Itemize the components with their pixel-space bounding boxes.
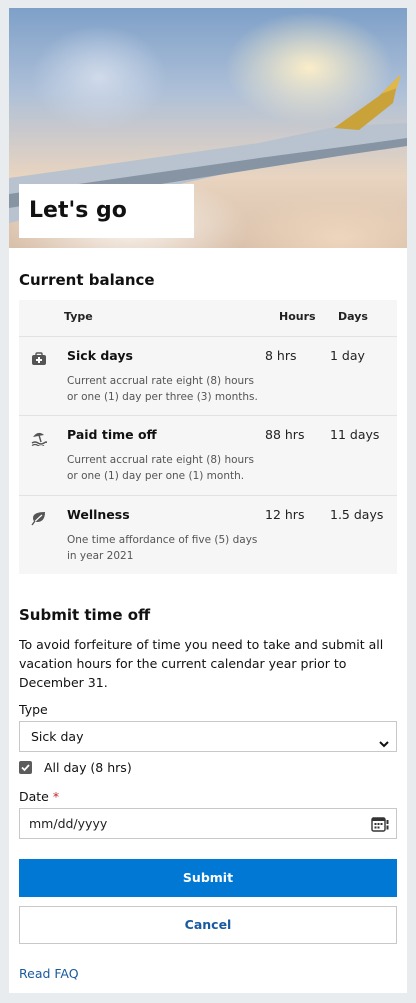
read-faq-link[interactable]: Read FAQ: [19, 966, 79, 981]
type-select-value: Sick day: [31, 729, 84, 744]
medical-kit-icon: [31, 351, 47, 367]
row-hours: 12 hrs: [265, 507, 305, 522]
submit-button[interactable]: Submit: [19, 859, 397, 897]
table-row: Sick days 8 hrs 1 day Current accrual ra…: [19, 336, 397, 417]
date-input[interactable]: mm/dd/yyyy: [19, 808, 397, 839]
balance-table: Type Hours Days Sick days 8 hrs 1 day Cu…: [19, 300, 397, 574]
row-type-name: Wellness: [67, 507, 130, 522]
checkmark-icon: [21, 764, 30, 772]
row-hours: 8 hrs: [265, 348, 297, 363]
date-label: Date *: [19, 789, 59, 804]
row-description: Current accrual rate eight (8) hours or …: [67, 375, 258, 403]
time-off-card: Let's go places Current balance Type Hou…: [9, 8, 407, 993]
allday-checkbox[interactable]: [19, 761, 32, 774]
required-mark: *: [52, 789, 60, 804]
date-label-text: Date: [19, 789, 49, 804]
cancel-button[interactable]: Cancel: [19, 906, 397, 944]
row-description: Current accrual rate eight (8) hours or …: [67, 454, 254, 482]
header-type: Type: [64, 310, 93, 323]
date-placeholder: mm/dd/yyyy: [29, 816, 108, 831]
table-row: Paid time off 88 hrs 11 days Current acc…: [19, 415, 397, 496]
row-days: 1 day: [330, 348, 365, 363]
submit-heading: Submit time off: [19, 606, 151, 624]
type-label: Type: [19, 702, 48, 717]
row-days: 11 days: [330, 427, 380, 442]
leaf-icon: [31, 510, 47, 526]
table-row: Wellness 12 hrs 1.5 days One time afford…: [19, 495, 397, 576]
chevron-down-icon: [378, 731, 390, 760]
header-hours: Hours: [279, 310, 316, 323]
balance-heading: Current balance: [19, 271, 155, 289]
row-type-name: Sick days: [67, 348, 133, 363]
header-days: Days: [338, 310, 368, 323]
calendar-icon[interactable]: [371, 815, 391, 844]
row-description: One time affordance of five (5) days in …: [67, 534, 258, 562]
beach-umbrella-icon: [31, 430, 48, 448]
row-hours: 88 hrs: [265, 427, 305, 442]
hero-title: Let's go places: [19, 184, 194, 238]
allday-label: All day (8 hrs): [44, 760, 132, 775]
form-description: To avoid forfeiture of time you need to …: [19, 637, 384, 690]
row-type-name: Paid time off: [67, 427, 157, 442]
row-days: 1.5 days: [330, 507, 384, 522]
hero-banner: Let's go places: [9, 8, 407, 248]
type-select[interactable]: Sick day: [19, 721, 397, 752]
